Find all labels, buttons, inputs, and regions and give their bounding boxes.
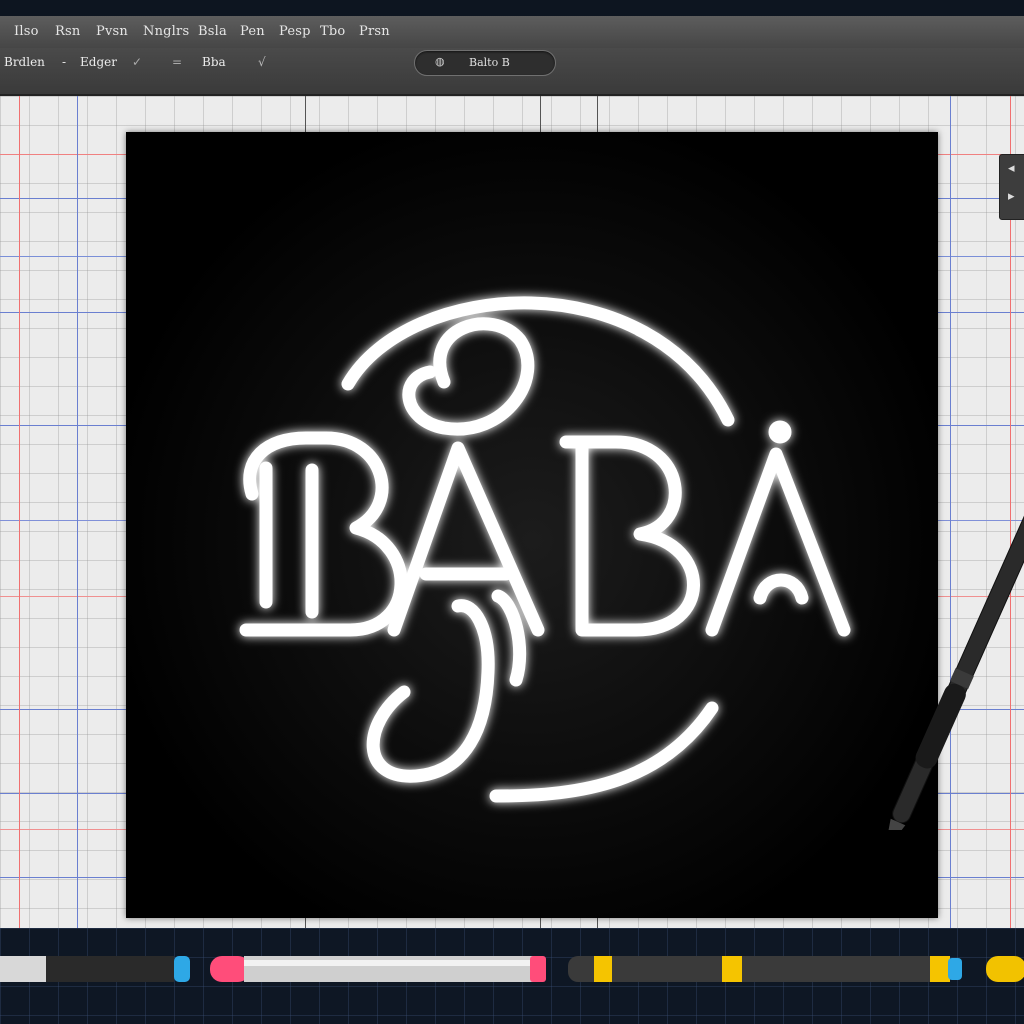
guide-vertical (77, 96, 78, 928)
marker-tray (0, 928, 1024, 1024)
play-arrow-icon[interactable]: ▸ (1008, 189, 1015, 204)
logo-letter-a2 (705, 447, 851, 637)
document-status-icon: ◍ (435, 55, 445, 68)
options-bar: Brdlen - Edger ✓ = Bba √ ◍ Balto B (0, 48, 1024, 96)
neon-logo (239, 296, 851, 803)
guide-vertical (19, 96, 20, 928)
logo-letter-a2-curl (753, 573, 809, 605)
yellow-marker[interactable] (986, 956, 1024, 982)
logo-arc-bottom (489, 701, 719, 803)
menu-item-8[interactable]: Tbo (320, 24, 345, 39)
document-tab-label: Balto B (469, 56, 510, 69)
menu-item-3[interactable]: Pvsn (96, 24, 128, 39)
preset-label[interactable]: Bba (202, 55, 226, 69)
preset-dropdown-chevron-icon[interactable]: √ (258, 55, 266, 69)
collapse-arrow-icon[interactable]: ◂ (1008, 161, 1015, 176)
menu-item-9[interactable]: Prsn (359, 24, 390, 39)
logo-letter-a2-dot (768, 420, 792, 444)
pink-silver-marker[interactable] (210, 956, 546, 982)
menu-item-1[interactable]: Ilso (14, 24, 39, 39)
side-panel[interactable]: ◂ ▸ (999, 154, 1024, 220)
check-icon[interactable]: ✓ (132, 55, 142, 69)
logo-loop-top (402, 317, 535, 436)
menu-item-4[interactable]: Nnglrs (143, 24, 189, 39)
equals-icon: = (172, 55, 183, 69)
menu-item-2[interactable]: Rsn (55, 24, 80, 39)
silver-black-marker[interactable] (0, 956, 190, 982)
edge-setting-label[interactable]: Edger (80, 55, 117, 69)
brush-setting-label[interactable]: Brdlen (4, 55, 45, 69)
menu-item-7[interactable]: Pesp (279, 24, 311, 39)
menu-bar: Ilso Rsn Pvsn Nnglrs Bsla Pen Pesp Tbo P… (0, 16, 1024, 49)
menu-item-6[interactable]: Pen (240, 24, 265, 39)
marker-set (0, 956, 1024, 982)
logo-swirl-tail (491, 589, 527, 687)
menu-item-5[interactable]: Bsla (198, 24, 227, 39)
black-yellow-marker[interactable] (568, 956, 962, 982)
artboard-canvas[interactable] (126, 132, 938, 918)
stylus-pen-icon (884, 460, 1024, 830)
option-separator-dash: - (62, 55, 67, 69)
document-tab[interactable]: ◍ Balto B (414, 50, 556, 76)
logo-letter-b2 (559, 435, 700, 637)
